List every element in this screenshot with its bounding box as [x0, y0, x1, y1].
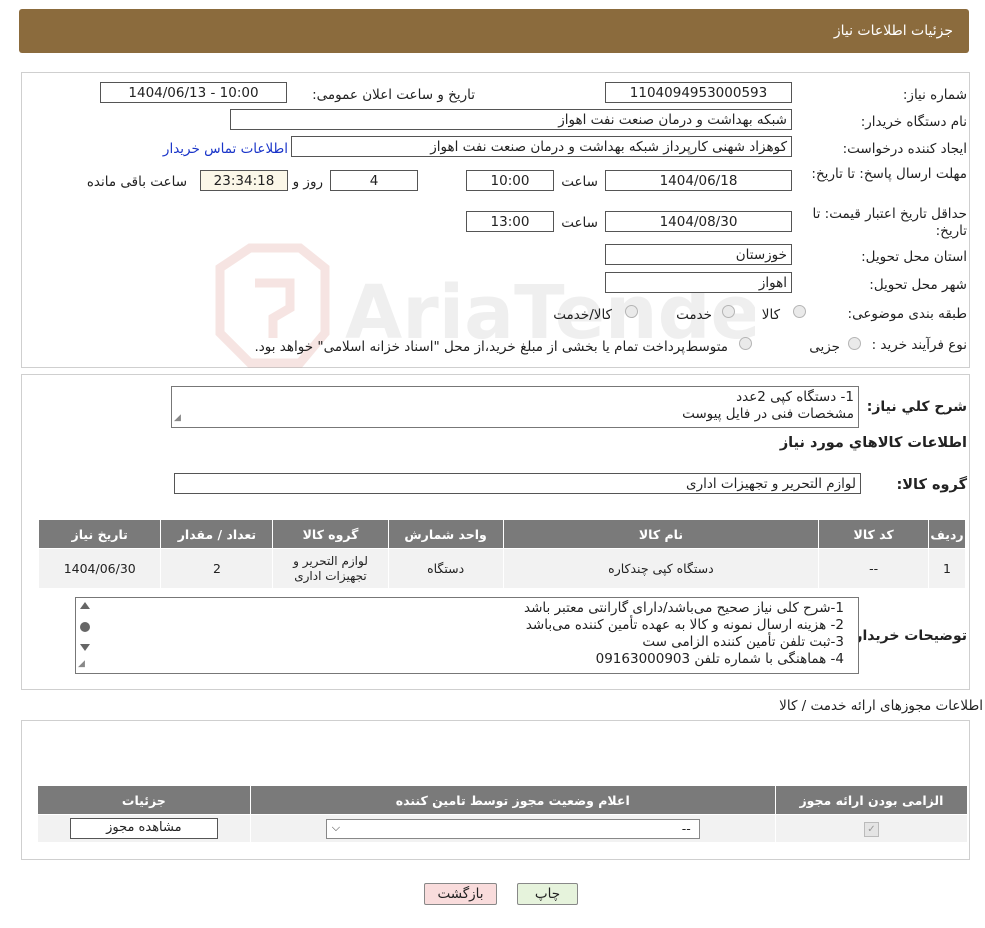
- scroll-down-icon[interactable]: [80, 644, 90, 651]
- validity-date-field: 1404/08/30: [605, 211, 792, 232]
- announce-field: 1404/06/13 - 10:00: [100, 82, 287, 103]
- city-label: شهر محل تحویل:: [869, 277, 967, 293]
- process-minor-label: جزیی: [809, 339, 840, 355]
- col-permit-details: جزئیات: [37, 785, 251, 815]
- goods-table-header: ردیف کد کالا نام کالا واحد شمارش گروه کا…: [37, 519, 966, 549]
- back-button[interactable]: بازگشت: [424, 883, 497, 905]
- cell-permit-required: ✓: [774, 814, 969, 843]
- buyer-label: نام دستگاه خریدار:: [860, 114, 967, 130]
- city-field: اهواز: [605, 272, 792, 293]
- cell-permit-details: مشاهده مجوز: [37, 814, 251, 843]
- cell-row: 1: [928, 548, 966, 589]
- scroll-thumb[interactable]: [80, 622, 90, 632]
- cell-code: --: [818, 548, 930, 589]
- category-goods-radio[interactable]: [793, 305, 806, 318]
- category-both-radio[interactable]: [625, 305, 638, 318]
- permit-required-checkbox[interactable]: ✓: [863, 821, 879, 837]
- need-number-field: 1104094953000593: [605, 82, 792, 103]
- treasury-note: پرداخت تمام یا بخشی از مبلغ خرید،از محل …: [254, 339, 685, 355]
- notes-scrollbar[interactable]: [78, 600, 92, 660]
- page-header: جزئیات اطلاعات نیاز: [19, 9, 969, 53]
- announce-label: تاریخ و ساعت اعلان عمومی:: [312, 87, 475, 103]
- validity-time-field: 13:00: [466, 211, 554, 232]
- buyer-note-line: 2- هزینه ارسال نمونه و کالا به عهده تأمی…: [525, 617, 844, 633]
- resize-handle-icon[interactable]: ◢: [174, 410, 181, 427]
- permit-status-select[interactable]: -- ⌵: [325, 818, 700, 839]
- deadline-hour-label: ساعت: [561, 174, 598, 190]
- col-qty: تعداد / مقدار: [160, 519, 274, 549]
- goods-table: ردیف کد کالا نام کالا واحد شمارش گروه کا…: [37, 519, 966, 589]
- cell-qty: 2: [160, 548, 274, 589]
- scroll-up-icon[interactable]: [80, 602, 90, 609]
- buyer-notes-textarea[interactable]: 1-شرح کلی نیاز صحیح می‌باشد/دارای گارانت…: [75, 597, 859, 674]
- deadline-time-field: 10:00: [466, 170, 554, 191]
- cell-group: لوازم التحریر و تجهیزات اداری: [272, 548, 389, 589]
- deadline-date-field: 1404/06/18: [605, 170, 792, 191]
- cell-permit-status: -- ⌵: [249, 814, 776, 843]
- permits-section-title: اطلاعات مجوزهای ارائه خدمت / کالا: [779, 698, 983, 714]
- cell-name: دستگاه کپی چندکاره: [502, 548, 820, 589]
- table-row: 1 -- دستگاه کپی چندکاره دستگاه لوازم الت…: [37, 548, 966, 589]
- col-row: ردیف: [928, 519, 966, 549]
- summary-label: شرح کلي نياز:: [866, 399, 967, 415]
- province-field: خوزستان: [605, 244, 792, 265]
- process-medium-label: متوسط: [685, 339, 728, 355]
- permits-table-header: الزامی بودن ارائه مجوز اعلام وضعیت مجوز …: [37, 785, 969, 815]
- resize-handle-icon[interactable]: ◢: [78, 656, 85, 673]
- validity-hour-label: ساعت: [561, 215, 598, 231]
- process-medium-radio[interactable]: [739, 337, 752, 350]
- category-service-radio[interactable]: [722, 305, 735, 318]
- days-label: روز و: [292, 174, 323, 190]
- chevron-down-icon: ⌵: [331, 820, 341, 834]
- goods-group-field: لوازم التحرير و تجهيزات اداری: [174, 473, 861, 494]
- permits-table: الزامی بودن ارائه مجوز اعلام وضعیت مجوز …: [37, 785, 969, 843]
- category-goods-label: کالا: [761, 307, 780, 323]
- cell-date: 1404/06/30: [37, 548, 162, 589]
- process-minor-radio[interactable]: [848, 337, 861, 350]
- table-row: ✓ -- ⌵ مشاهده مجوز: [37, 814, 969, 843]
- cell-unit: دستگاه: [387, 548, 504, 589]
- goods-group-label: گروه کالا:: [896, 477, 967, 493]
- goods-section-title: اطلاعات کالاهاي مورد نياز: [779, 435, 967, 451]
- print-button[interactable]: چاپ: [517, 883, 578, 905]
- deadline-label: مهلت ارسال پاسخ: تا تاریخ:: [811, 166, 967, 182]
- col-permit-status: اعلام وضعیت مجوز توسط تامین کننده: [249, 785, 776, 815]
- buyer-field: شبکه بهداشت و درمان صنعت نفت اهواز: [230, 109, 792, 130]
- buyer-note-line: 1-شرح کلی نیاز صحیح می‌باشد/دارای گارانت…: [524, 600, 844, 616]
- page-title: جزئیات اطلاعات نیاز: [833, 23, 953, 39]
- process-label: نوع فرآیند خرید :: [871, 337, 967, 353]
- col-group: گروه کالا: [272, 519, 389, 549]
- remaining-time-field: 23:34:18: [200, 170, 288, 191]
- col-permit-required: الزامی بودن ارائه مجوز: [774, 785, 969, 815]
- buyer-note-line: 3-ثبت تلفن تأمین کننده الزامی ست: [642, 634, 844, 650]
- buyer-notes-label: توضیحات خریدار:: [848, 628, 967, 644]
- creator-label: ایجاد کننده درخواست:: [842, 141, 967, 157]
- category-both-label: کالا/خدمت: [553, 307, 612, 323]
- col-name: نام کالا: [502, 519, 820, 549]
- summary-line: 1- دستگاه کپی 2عدد: [736, 389, 854, 405]
- col-code: کد کالا: [818, 519, 930, 549]
- col-unit: واحد شمارش: [387, 519, 504, 549]
- creator-field: کوهزاد شهنی کارپرداز شبکه بهداشت و درمان…: [291, 136, 792, 157]
- need-number-label: شماره نیاز:: [902, 87, 967, 103]
- summary-line: مشخصات فنی در فایل پیوست: [682, 406, 854, 422]
- category-service-label: خدمت: [676, 307, 712, 323]
- validity-label: حداقل تاریخ اعتبار قیمت: تا تاریخ:: [812, 206, 967, 239]
- permit-status-value: --: [681, 820, 691, 836]
- category-label: طبقه بندی موضوعی:: [847, 306, 967, 322]
- summary-textarea[interactable]: 1- دستگاه کپی 2عدد مشخصات فنی در فایل پی…: [171, 386, 859, 428]
- remaining-label: ساعت باقی مانده: [86, 174, 187, 190]
- days-field: 4: [330, 170, 418, 191]
- province-label: استان محل تحویل:: [861, 249, 967, 265]
- view-permit-button[interactable]: مشاهده مجوز: [69, 818, 218, 839]
- buyer-note-line: 4- هماهنگی با شماره تلفن 09163000903: [595, 651, 844, 667]
- buyer-contact-link[interactable]: اطلاعات تماس خریدار: [163, 141, 288, 157]
- col-date: تاریخ نیاز: [37, 519, 162, 549]
